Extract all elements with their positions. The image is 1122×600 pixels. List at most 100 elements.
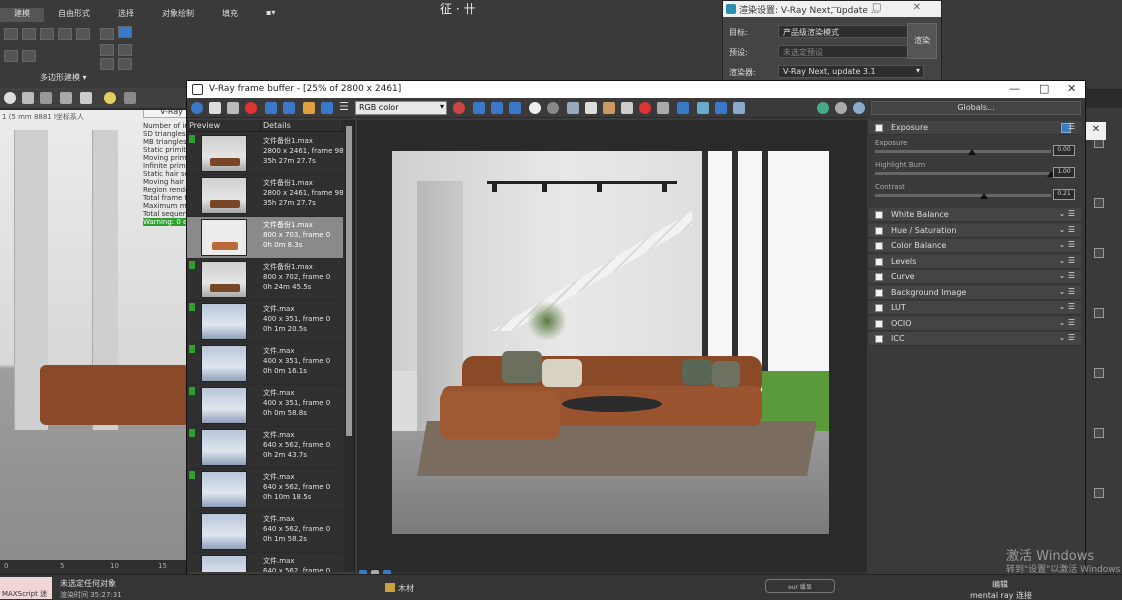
power-icon[interactable] [191,102,203,114]
layer-checkbox[interactable] [875,273,883,281]
ribbon-button[interactable] [100,28,114,40]
correction-layer[interactable]: Curve ⌄ ☰ [869,270,1081,284]
close-icon[interactable]: ✕ [1086,122,1106,140]
exposure-layer[interactable]: Exposure ☰ [869,121,1081,135]
ribbon-button[interactable] [118,58,132,70]
history-item[interactable]: 文件.max 640 x 562, frame 0 0h 10m 18.5s [187,469,343,511]
slider-thumb[interactable] [980,193,989,199]
ribbon-button[interactable] [118,44,132,56]
status-mentalray-label[interactable]: mental ray 连接 [970,590,1032,600]
region-icon[interactable] [265,102,277,114]
status-edit-label[interactable]: 编辑 [992,579,1008,590]
menu-icon[interactable]: ☰ [339,100,351,113]
rs-renderer-select[interactable]: V-Ray Next, update 3.1 ▾ [778,65,924,78]
timeline-ruler[interactable]: 0 5 10 15 [0,560,186,574]
link-icon[interactable] [697,102,709,114]
ribbon-button-active[interactable] [118,26,132,38]
mono-icon[interactable] [547,102,559,114]
teapot-icon[interactable] [4,92,16,104]
history-item[interactable]: 文件.max640 x 562, frame 00h 1m 47.5s [187,553,343,572]
maximize-icon[interactable]: □ [1039,82,1049,95]
interactive-icon[interactable] [585,102,597,114]
layer-checkbox[interactable] [875,226,883,235]
history-scrollbar[interactable] [344,120,354,572]
channel-select[interactable]: RGB color ▾ [355,101,447,115]
expand-icon[interactable]: ⌄ ☰ [1059,287,1075,296]
close-icon[interactable]: ✕ [1067,82,1076,95]
nav-icon[interactable] [817,102,829,114]
correction-layer[interactable]: Hue / Saturation ⌄ ☰ [869,223,1081,238]
clear-icon[interactable] [639,102,651,114]
slider-thumb[interactable] [967,149,976,155]
correction-layer[interactable]: LUT ⌄ ☰ [869,301,1081,315]
lens-fx-icon[interactable] [853,102,865,114]
vfb-titlebar[interactable]: V-Ray frame buffer - [25% of 2800 x 2461… [187,81,1085,98]
render-canvas[interactable] [357,120,867,572]
light-icon[interactable] [104,92,116,104]
ribbon-button[interactable] [22,28,36,40]
menu-selection[interactable]: 选择 [104,8,148,22]
ribbon-button[interactable] [100,44,114,56]
slider-track[interactable] [875,150,1051,153]
exposure-checkbox[interactable] [875,124,883,132]
menu-extra[interactable]: ▪▾ [252,8,289,22]
correction-icon[interactable] [733,102,745,114]
correction-layer[interactable]: OCIO ⌄ ☰ [869,316,1081,331]
color-icon[interactable] [453,102,465,114]
rs-preset-select[interactable]: 未选定预设▾ [778,45,924,58]
render-setup-icon[interactable] [22,92,34,104]
history-item[interactable]: 文件.max 640 x 562, frame 0 0h 2m 43.7s [187,427,343,469]
history-icon[interactable] [715,102,727,114]
menu-icon[interactable]: ☰ [1068,122,1075,131]
render-icon[interactable] [60,92,72,104]
expand-icon[interactable]: ⌄ ☰ [1059,240,1075,249]
expand-icon[interactable]: ⌄ ☰ [1059,271,1075,280]
render-frame-icon[interactable] [40,92,52,104]
delete-icon[interactable] [621,102,633,114]
history-col-preview[interactable]: Preview [187,120,261,131]
layer-checkbox[interactable] [875,335,883,343]
expand-icon[interactable]: ⌄ ☰ [1059,209,1075,218]
window-controls[interactable]: — □ ✕ [831,2,935,13]
layer-checkbox[interactable] [875,257,883,266]
layer-checkbox[interactable] [875,242,883,250]
panel-checkbox[interactable] [1094,248,1104,258]
layer-checkbox[interactable] [875,319,883,328]
ribbon-button[interactable] [76,28,90,40]
teapot-render-icon[interactable] [567,102,579,114]
save-icon[interactable] [209,102,221,114]
rs-render-button[interactable]: 渲染 [907,23,937,59]
panel-checkbox[interactable] [1094,308,1104,318]
menu-freeform[interactable]: 自由形式 [44,8,104,22]
expand-icon[interactable]: ⌄ ☰ [1059,225,1075,234]
history-item[interactable]: 文件备份1.max 800 x 703, frame 0 0h 0m 8.3s [187,217,343,259]
slider-value-input[interactable]: 0.00 [1053,145,1075,156]
maxscript-listener[interactable]: MAXScript 迷 [0,577,52,599]
render-settings-titlebar[interactable]: 渲染设置: V-Ray Next, update ... — □ ✕ [723,1,941,17]
max-viewport[interactable]: 1 (5 mm 8881 l坐标系人 V-Ray Number of ins S… [0,110,186,572]
history-item[interactable]: 文件备份1.max 800 x 702, frame 0 0h 24m 45.5s [187,259,343,301]
expand-icon[interactable]: ⌄ ☰ [1059,333,1075,342]
slider-value-input[interactable]: 0.21 [1053,189,1075,200]
ribbon-button[interactable] [22,50,36,62]
status-ruler-button[interactable]: eur 缓显 [765,579,835,593]
red-channel-icon[interactable] [473,102,485,114]
expand-icon[interactable]: ⌄ ☰ [1059,256,1075,265]
bucket-icon[interactable] [303,102,315,114]
compare-icon[interactable] [321,102,333,114]
poly-modeling-label[interactable]: 多边形建模 ▾ [40,72,87,83]
correction-layer[interactable]: Background Image ⌄ ☰ [869,285,1081,300]
history-item[interactable]: 文件.max 400 x 351, frame 0 0h 0m 16.1s [187,343,343,385]
menu-object-paint[interactable]: 对象绘制 [148,8,208,22]
expand-icon[interactable]: ⌄ ☰ [1059,302,1075,311]
camera-icon[interactable] [124,92,136,104]
text-icon[interactable] [283,102,295,114]
history-item[interactable]: 文件.max 400 x 351, frame 0 0h 0m 58.8s [187,385,343,427]
viewport-vray-tab[interactable]: V-Ray [143,110,186,118]
green-channel-icon[interactable] [491,102,503,114]
ribbon-button[interactable] [4,28,18,40]
track-mouse-icon[interactable] [677,102,689,114]
lens-icon[interactable] [657,102,669,114]
ribbon-button[interactable] [4,50,18,62]
status-material-label[interactable]: 木材 [398,583,414,594]
